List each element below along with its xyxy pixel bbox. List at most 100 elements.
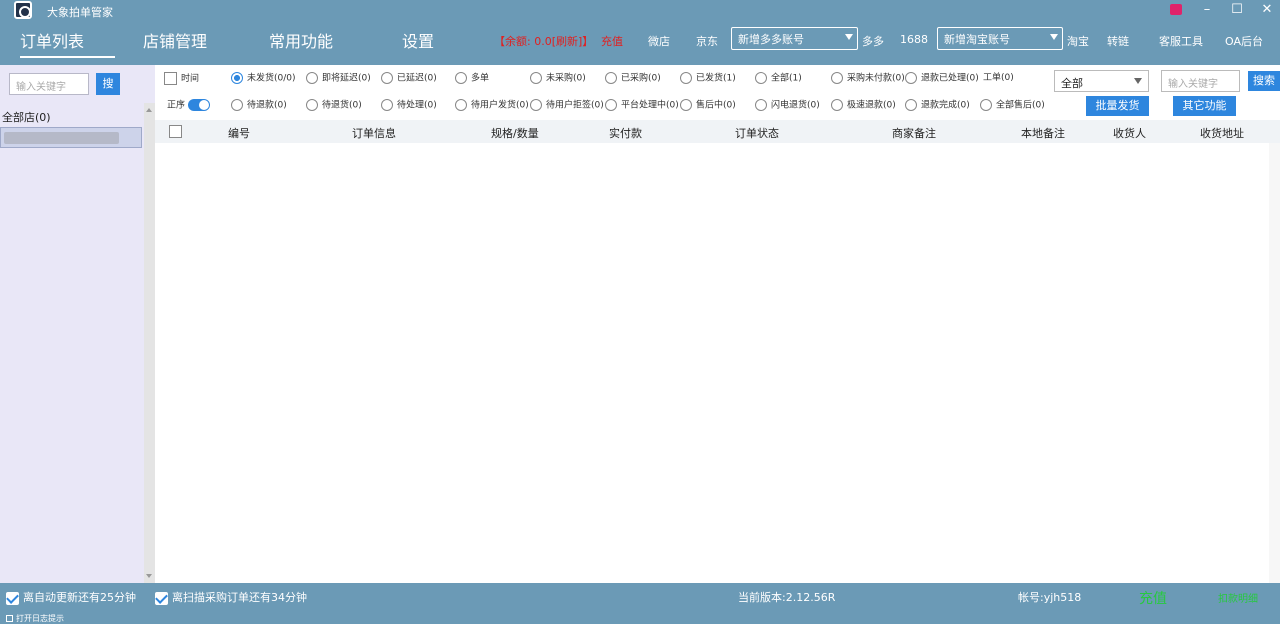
checkbox-box bbox=[6, 615, 13, 622]
ticket-link[interactable]: 工单(0) bbox=[983, 72, 1014, 86]
tab-common-functions[interactable]: 常用功能 bbox=[269, 28, 333, 58]
col-id[interactable]: 编号 bbox=[228, 125, 250, 141]
zhuanlian-link[interactable]: 转链 bbox=[1107, 33, 1129, 49]
1688-link[interactable]: 1688 bbox=[900, 33, 928, 46]
filter-label: 平台处理中(0) bbox=[621, 100, 679, 111]
kefu-tools-link[interactable]: 客服工具 bbox=[1159, 33, 1203, 49]
filter-label: 采购未付款(0) bbox=[847, 73, 905, 84]
add-taobao-label: 新增淘宝账号 bbox=[944, 33, 1010, 46]
select-all-checkbox[interactable] bbox=[169, 125, 182, 138]
radio-icon bbox=[831, 72, 843, 84]
order-asc-toggle[interactable]: 正序 bbox=[167, 99, 210, 113]
filter-label: 极速退款(0) bbox=[847, 100, 896, 111]
toggle-switch[interactable] bbox=[187, 99, 210, 111]
footer-recharge-link[interactable]: 充值 bbox=[1139, 588, 1167, 608]
filter-label: 售后中(0) bbox=[696, 100, 736, 111]
col-address[interactable]: 收货地址 bbox=[1200, 125, 1244, 141]
all-shops-item[interactable]: 全部店(0) bbox=[2, 109, 51, 125]
header-recharge-link[interactable]: 充值 bbox=[601, 33, 623, 49]
radio-icon bbox=[905, 99, 917, 111]
filter-label: 待退款(0) bbox=[247, 100, 287, 111]
shop-search-input[interactable]: 输入关键字 bbox=[9, 73, 89, 95]
col-spec-qty[interactable]: 规格/数量 bbox=[491, 125, 539, 141]
filter-refund-done[interactable]: 退款完成(0) bbox=[905, 99, 970, 113]
order-search-button[interactable]: 搜索 bbox=[1248, 71, 1280, 91]
filter-label: 未采购(0) bbox=[546, 73, 586, 84]
add-pdd-account-select[interactable]: 新增多多账号 bbox=[731, 27, 858, 50]
order-search-input[interactable]: 输入关键字 bbox=[1161, 70, 1240, 92]
radio-icon bbox=[605, 72, 617, 84]
filter-purchased[interactable]: 已采购(0) bbox=[605, 72, 661, 86]
app-logo-icon bbox=[14, 1, 32, 19]
close-icon[interactable]: ✕ bbox=[1252, 0, 1280, 20]
scroll-up-icon[interactable] bbox=[146, 108, 152, 112]
top-nav: 订单列表 店铺管理 常用功能 设置 【余额: 0.0[刷新]】 充值 微店 京东… bbox=[0, 20, 1280, 65]
filter-platform-processing[interactable]: 平台处理中(0) bbox=[605, 99, 679, 113]
log-checkbox[interactable]: 打开日志提示 bbox=[6, 613, 64, 624]
filter-label: 即将延迟(0) bbox=[322, 73, 371, 84]
filter-label: 全部(1) bbox=[771, 73, 802, 84]
table-scrollbar[interactable] bbox=[1269, 143, 1280, 583]
radio-icon bbox=[530, 99, 542, 111]
balance-refresh[interactable]: 【余额: 0.0[刷新]】 bbox=[494, 33, 593, 49]
tab-settings[interactable]: 设置 bbox=[402, 28, 434, 58]
taobao-link[interactable]: 淘宝 bbox=[1067, 33, 1089, 49]
jd-link[interactable]: 京东 bbox=[696, 33, 718, 49]
filter-flash-return[interactable]: 闪电退货(0) bbox=[755, 99, 820, 113]
batch-ship-button[interactable]: 批量发货 bbox=[1086, 96, 1149, 116]
filter-pending-return[interactable]: 待退货(0) bbox=[306, 99, 362, 113]
filter-label: 全部售后(0) bbox=[996, 100, 1045, 111]
skin-icon[interactable] bbox=[1170, 4, 1182, 15]
radio-icon bbox=[455, 99, 467, 111]
auto-update-checkbox[interactable]: 离自动更新还有25分钟 bbox=[6, 589, 136, 605]
radio-icon bbox=[530, 72, 542, 84]
weidian-link[interactable]: 微店 bbox=[648, 33, 670, 49]
deduction-detail-link[interactable]: 扣款明细 bbox=[1218, 590, 1258, 605]
col-paid[interactable]: 实付款 bbox=[609, 125, 642, 141]
sidebar-scrollbar[interactable] bbox=[144, 103, 155, 583]
oa-backend-link[interactable]: OA后台 bbox=[1225, 33, 1263, 49]
account-text: 帐号:yjh518 bbox=[1018, 591, 1082, 604]
scroll-down-icon[interactable] bbox=[146, 574, 152, 578]
filter-shipped[interactable]: 已发货(1) bbox=[680, 72, 736, 86]
filter-unshipped[interactable]: 未发货(0/0) bbox=[231, 72, 296, 86]
filter-all-after-sale[interactable]: 全部售后(0) bbox=[980, 99, 1045, 113]
col-merchant-note[interactable]: 商家备注 bbox=[892, 125, 936, 141]
scan-checkbox[interactable]: 离扫描采购订单还有34分钟 bbox=[155, 589, 307, 605]
filter-purchase-unpaid[interactable]: 采购未付款(0) bbox=[831, 72, 905, 86]
status-select[interactable]: 全部 bbox=[1054, 70, 1149, 92]
col-order-info[interactable]: 订单信息 bbox=[352, 125, 396, 141]
filter-multi[interactable]: 多单 bbox=[455, 72, 489, 86]
add-pdd-label: 新增多多账号 bbox=[738, 33, 804, 46]
filter-soon-delay[interactable]: 即将延迟(0) bbox=[306, 72, 371, 86]
duoduo-link[interactable]: 多多 bbox=[862, 33, 884, 49]
filter-not-purchased[interactable]: 未采购(0) bbox=[530, 72, 586, 86]
filter-fast-refund[interactable]: 极速退款(0) bbox=[831, 99, 896, 113]
filter-pending-refund[interactable]: 待退款(0) bbox=[231, 99, 287, 113]
filter-all[interactable]: 全部(1) bbox=[755, 72, 802, 86]
other-functions-button[interactable]: 其它功能 bbox=[1173, 96, 1236, 116]
tab-order-list[interactable]: 订单列表 bbox=[20, 28, 115, 58]
filter-pending-process[interactable]: 待处理(0) bbox=[381, 99, 437, 113]
shop-search-button[interactable]: 搜 bbox=[96, 73, 120, 95]
filter-delayed[interactable]: 已延迟(0) bbox=[381, 72, 437, 86]
shop-list-item[interactable] bbox=[0, 127, 142, 148]
filter-user-reject[interactable]: 待用户拒签(0) bbox=[530, 99, 604, 113]
filter-label: 待用户拒签(0) bbox=[546, 100, 604, 111]
filter-user-ship[interactable]: 待用户发货(0) bbox=[455, 99, 529, 113]
filter-label: 未发货(0/0) bbox=[247, 73, 296, 84]
col-status[interactable]: 订单状态 bbox=[735, 125, 779, 141]
filter-after-sale[interactable]: 售后中(0) bbox=[680, 99, 736, 113]
filter-refund-processed[interactable]: 退款已处理(0) bbox=[905, 72, 979, 86]
add-taobao-account-select[interactable]: 新增淘宝账号 bbox=[937, 27, 1063, 50]
maximize-icon[interactable]: ☐ bbox=[1222, 0, 1252, 20]
time-checkbox[interactable]: 时间 bbox=[164, 72, 199, 86]
minimize-icon[interactable]: – bbox=[1192, 0, 1222, 20]
radio-selected-icon bbox=[231, 72, 243, 84]
col-receiver[interactable]: 收货人 bbox=[1113, 125, 1146, 141]
radio-icon bbox=[755, 72, 767, 84]
tab-shop-manage[interactable]: 店铺管理 bbox=[143, 28, 207, 58]
checkmark-icon bbox=[155, 591, 168, 605]
col-local-note[interactable]: 本地备注 bbox=[1021, 125, 1065, 141]
radio-icon bbox=[680, 72, 692, 84]
